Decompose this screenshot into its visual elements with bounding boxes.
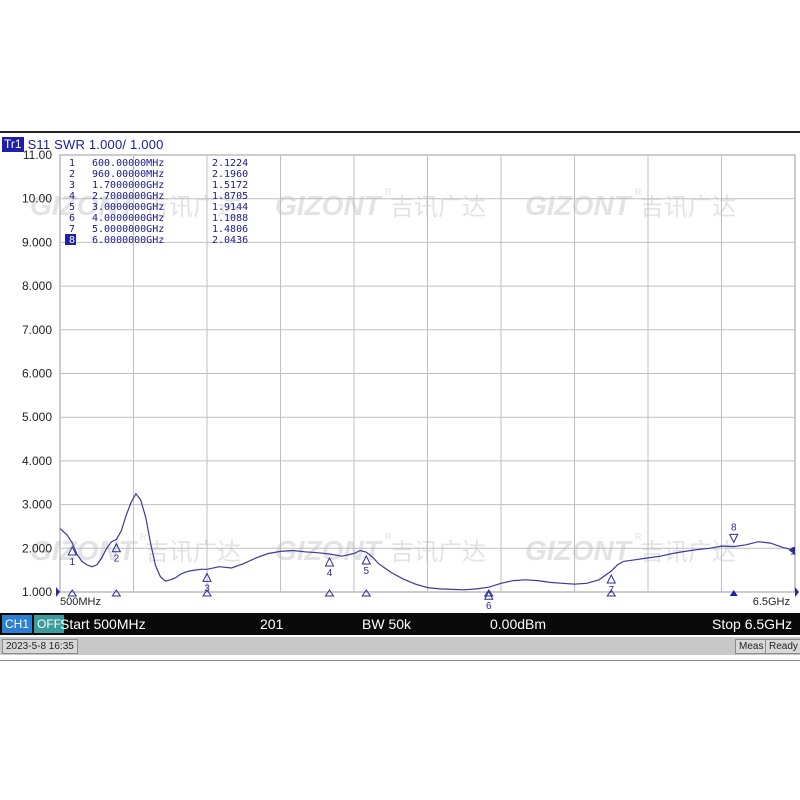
marker-table-number: 5 bbox=[69, 202, 75, 213]
y-tick-label: 1.000 bbox=[22, 585, 52, 599]
marker-label: 1 bbox=[69, 557, 75, 568]
watermark-chinese: 吉讯广达 bbox=[390, 193, 486, 221]
watermark-registered: R bbox=[140, 532, 147, 542]
watermark-brand: GIZONT bbox=[525, 535, 634, 566]
watermark-registered: R bbox=[385, 187, 392, 197]
y-tick-label: 3.000 bbox=[22, 498, 52, 512]
marker-table-frequency: 5.0000000GHz bbox=[92, 224, 164, 235]
ready-indicator: Ready bbox=[765, 639, 800, 654]
marker-table-frequency: 4.0000000GHz bbox=[92, 213, 164, 224]
y-tick-label: 5.000 bbox=[22, 410, 52, 424]
y-tick-label: 9.000 bbox=[22, 235, 52, 249]
swr-chart: GIZONT 吉讯广达R GIZONT 吉讯广达R GIZONT 吉讯广达RGIZONT 吉… bbox=[22, 148, 799, 612]
marker-table-frequency: 6.0000000GHz bbox=[92, 235, 164, 246]
y-tick-label: 6.000 bbox=[22, 367, 52, 381]
marker-axis-tick bbox=[324, 589, 335, 597]
marker-axis-tick bbox=[361, 589, 372, 597]
y-tick-label: 11.00 bbox=[23, 148, 52, 162]
marker-table-number: 1 bbox=[69, 158, 75, 169]
watermark-registered: R bbox=[635, 532, 642, 542]
marker-table-value: 1.4806 bbox=[212, 224, 248, 235]
marker-triangle bbox=[606, 573, 617, 584]
marker-table-frequency: 2.7000000GHz bbox=[92, 191, 164, 202]
marker-table-number: 2 bbox=[69, 169, 75, 180]
watermark-brand: GIZONT bbox=[275, 190, 384, 221]
marker-axis-tick bbox=[111, 589, 122, 597]
marker-table-number: 3 bbox=[69, 180, 75, 191]
marker-table-value: 1.8705 bbox=[212, 191, 248, 202]
marker-label: 2 bbox=[114, 554, 120, 565]
marker-table-value: 1.5172 bbox=[212, 180, 248, 191]
marker-table-number: 7 bbox=[69, 224, 75, 235]
marker-table-value: 1.1088 bbox=[212, 213, 248, 224]
x-stop-label: 6.5GHz bbox=[753, 596, 790, 608]
points-count[interactable]: 201 bbox=[260, 616, 283, 632]
marker-axis-tick bbox=[483, 589, 494, 597]
watermark-brand: GIZONT bbox=[525, 190, 634, 221]
watermark-chinese: 吉讯广达 bbox=[145, 538, 241, 566]
marker-table: 1 600.00000MHz 2.1224 2 960.00000MHz 2.1960 3 1… bbox=[65, 158, 248, 246]
marker-label: 4 bbox=[327, 568, 333, 579]
marker-table-frequency: 1.7000000GHz bbox=[92, 180, 164, 191]
marker-table-number: 4 bbox=[69, 191, 75, 202]
start-frequency[interactable]: Start 500MHz bbox=[60, 616, 146, 632]
marker-table-number: 6 bbox=[69, 213, 75, 224]
marker-label: 5 bbox=[363, 566, 369, 577]
marker-table-frequency: 3.0000000GHz bbox=[92, 202, 164, 213]
meas-indicator[interactable]: Meas bbox=[735, 639, 768, 654]
y-tick-label: 10.00 bbox=[22, 192, 52, 206]
marker-table-value: 2.1224 bbox=[212, 158, 248, 169]
watermark-registered: R bbox=[635, 187, 642, 197]
footer-bar: 2023-5-8 16:35 Meas Ready bbox=[0, 637, 800, 655]
y-tick-label: 4.000 bbox=[22, 454, 52, 468]
marker-table-frequency: 960.00000MHz bbox=[92, 169, 164, 180]
if-bandwidth[interactable]: BW 50k bbox=[362, 616, 411, 632]
y-tick-label: 2.000 bbox=[22, 541, 52, 555]
stop-frequency[interactable]: Stop 6.5GHz bbox=[712, 616, 792, 632]
y-tick-label: 7.000 bbox=[22, 323, 52, 337]
marker-table-value: 1.9144 bbox=[212, 202, 248, 213]
marker-label: 6 bbox=[486, 601, 492, 612]
marker-axis-tick bbox=[729, 590, 738, 596]
marker-table-number: 8 bbox=[69, 235, 75, 246]
status-bar: CH1 OFF Start 500MHz 201 BW 50k 0.00dBm … bbox=[0, 613, 800, 635]
marker-label: 8 bbox=[731, 522, 737, 533]
right-edge-arrow bbox=[795, 587, 799, 597]
watermark-registered: R bbox=[385, 532, 392, 542]
marker-table-value: 2.0436 bbox=[212, 235, 248, 246]
power-level[interactable]: 0.00dBm bbox=[490, 616, 546, 632]
datetime-readout: 2023-5-8 16:35 bbox=[2, 639, 78, 654]
x-start-label: 500MHz bbox=[60, 596, 101, 608]
marker-table-value: 2.1960 bbox=[212, 169, 248, 180]
marker-table-frequency: 600.00000MHz bbox=[92, 158, 164, 169]
y-tick-label: 8.000 bbox=[22, 279, 52, 293]
channel-button[interactable]: CH1 bbox=[2, 615, 33, 633]
x-axis-labels: 500MHz 6.5GHz bbox=[60, 596, 790, 608]
watermark-chinese: 吉讯广达 bbox=[390, 538, 486, 566]
